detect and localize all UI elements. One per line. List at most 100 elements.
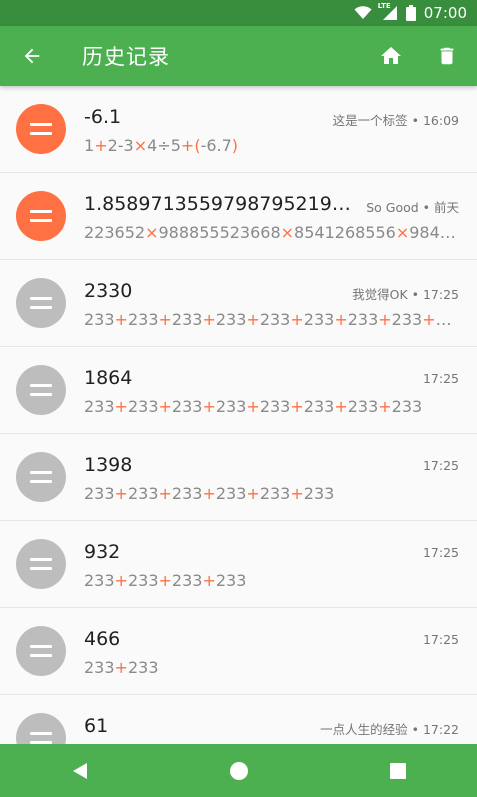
history-row[interactable]: 1.858971355979879521955... So Good • 前天 22… <box>0 173 477 260</box>
history-row[interactable]: 1398 17:25 233+233+233+233+233+233 <box>0 434 477 521</box>
expression-operand: 233 <box>127 310 159 329</box>
network-type-label: LTE <box>377 2 391 10</box>
expression-operand: 233 <box>259 310 291 329</box>
history-expression: 1+2-3×4÷5+(-6.7) <box>84 136 460 155</box>
history-result: 1398 <box>84 454 133 476</box>
expression-operand: 233 <box>84 658 115 677</box>
history-expression: 233+233 <box>84 658 460 677</box>
expression-operator: + <box>202 484 216 503</box>
expression-operator: + <box>202 310 216 329</box>
history-result: 1.858971355979879521955... <box>84 193 360 215</box>
expression-operator: + <box>158 310 172 329</box>
history-row[interactable]: 466 17:25 233+233 <box>0 608 477 695</box>
expression-operand: 233 <box>303 397 335 416</box>
expression-operator: + <box>422 310 436 329</box>
status-bar: LTE 07:00 <box>0 0 477 26</box>
equals-icon[interactable] <box>16 713 66 744</box>
equals-icon[interactable] <box>16 452 66 502</box>
history-expression: 233+233+233+233+233+233+233+233+233+233.… <box>84 310 460 329</box>
clock: 07:00 <box>423 4 467 22</box>
history-meta: 我觉得OK • 17:25 <box>352 287 459 302</box>
equals-icon[interactable] <box>16 539 66 589</box>
expression-operand: 2-3 <box>107 136 134 155</box>
expression-operand: 233 <box>347 397 379 416</box>
history-list[interactable]: -6.1 这是一个标签 • 16:09 1+2-3×4÷5+(-6.7) 1.8589… <box>0 86 477 744</box>
expression-operator: + <box>94 136 108 155</box>
battery-icon <box>405 5 416 21</box>
expression-operator: × <box>280 223 295 242</box>
expression-operand: 8541268556 <box>294 223 396 242</box>
history-meta: 17:25 <box>422 632 459 647</box>
expression-operand: 233 <box>127 571 159 590</box>
expression-operand: 233 <box>347 310 379 329</box>
nav-back-icon <box>72 762 87 779</box>
expression-operand: -6.7 <box>200 136 232 155</box>
expression-operator: + <box>334 310 348 329</box>
equals-icon[interactable] <box>16 191 66 241</box>
expression-operator: + <box>114 571 128 590</box>
expression-operator: + <box>202 397 216 416</box>
back-button[interactable] <box>0 26 64 86</box>
expression-operator: + <box>158 397 172 416</box>
home-icon <box>381 47 401 64</box>
expression-operator: + <box>246 397 260 416</box>
history-result: 932 <box>84 541 121 563</box>
expression-operator: + <box>290 310 304 329</box>
app-bar: 历史记录 <box>0 26 477 86</box>
equals-icon[interactable] <box>16 278 66 328</box>
expression-operator: + <box>246 484 260 503</box>
history-expression: 233+233+233+233+233+233+233+233 <box>84 397 460 416</box>
expression-operand: 233 <box>215 310 247 329</box>
history-meta: 17:25 <box>422 458 459 473</box>
trash-icon <box>440 47 454 65</box>
expression-operand: 233 <box>303 310 335 329</box>
expression-operand: 233 <box>84 484 115 503</box>
equals-icon[interactable] <box>16 104 66 154</box>
expression-operator: + <box>114 310 128 329</box>
expression-operand: 233 <box>171 310 203 329</box>
expression-operand: 988855523668 <box>158 223 281 242</box>
expression-operand: 1 <box>84 136 95 155</box>
page-title: 历史记录 <box>82 45 170 69</box>
equals-icon[interactable] <box>16 626 66 676</box>
wifi-icon <box>354 6 372 19</box>
expression-operand: 233 <box>84 397 115 416</box>
expression-operator: + <box>246 310 260 329</box>
expression-operand: 233 <box>127 397 159 416</box>
history-row[interactable]: -6.1 这是一个标签 • 16:09 1+2-3×4÷5+(-6.7) <box>0 86 477 173</box>
cellular-signal-icon: LTE <box>377 2 398 21</box>
expression-operand: 233 <box>215 397 247 416</box>
expression-operand: 233 <box>391 310 423 329</box>
history-meta: 17:25 <box>422 545 459 560</box>
arrow-back-icon <box>24 48 40 64</box>
history-expression: 233+233+233+233+233+233 <box>84 484 460 503</box>
nav-back-button[interactable] <box>50 744 110 797</box>
history-row[interactable]: 1864 17:25 233+233+233+233+233+233+233+233 <box>0 347 477 434</box>
equals-icon[interactable] <box>16 365 66 415</box>
history-row[interactable]: 2330 我觉得OK • 17:25 233+233+233+233+233+233… <box>0 260 477 347</box>
expression-operator: × <box>145 223 159 242</box>
nav-home-icon <box>229 761 248 780</box>
expression-operand: 233 <box>127 484 159 503</box>
expression-operator: + <box>290 397 304 416</box>
history-row[interactable]: 932 17:25 233+233+233+233 <box>0 521 477 608</box>
nav-home-button[interactable] <box>209 744 269 797</box>
expression-operand: 233 <box>171 484 203 503</box>
expression-operator: × <box>133 136 148 155</box>
expression-operand: 233 <box>259 397 291 416</box>
expression-operand: 233 <box>84 310 115 329</box>
history-expression: 233+233+233+233 <box>84 571 460 590</box>
history-row[interactable]: 61一点人生的经验 • 17:2260+1 <box>0 695 477 744</box>
delete-all-button[interactable] <box>419 26 475 86</box>
expression-operator: ) <box>231 136 239 155</box>
expression-operand: 233 <box>171 571 203 590</box>
expression-operator: + <box>378 310 392 329</box>
nav-recents-icon <box>389 762 406 779</box>
expression-operator: + <box>114 484 128 503</box>
history-result: 466 <box>84 628 121 650</box>
nav-recents-button[interactable] <box>368 744 428 797</box>
history-meta: 17:25 <box>422 371 459 386</box>
expression-operand: 233 <box>215 571 247 590</box>
history-result: 2330 <box>84 280 133 302</box>
home-button[interactable] <box>363 26 419 86</box>
